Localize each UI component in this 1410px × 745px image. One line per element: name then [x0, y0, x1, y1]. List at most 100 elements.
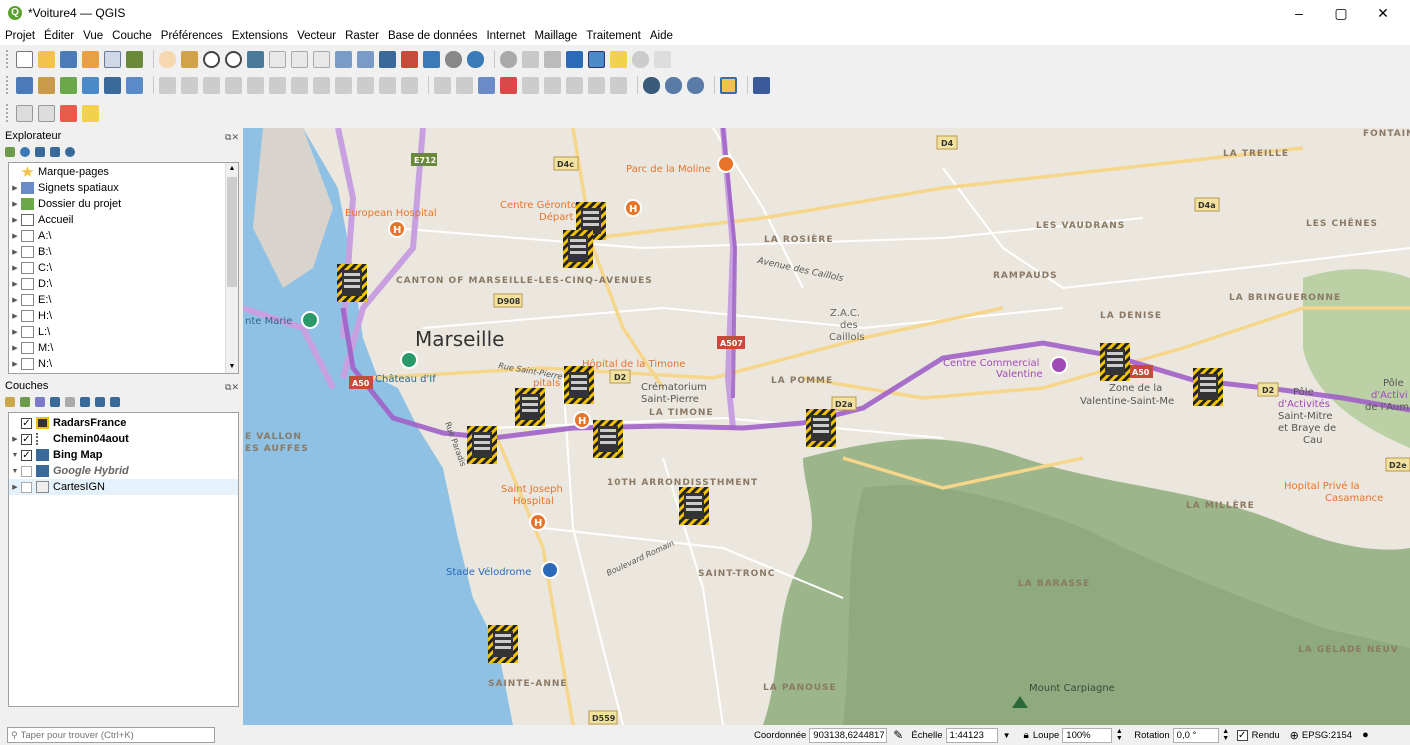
expand-all-icon[interactable] [80, 397, 90, 407]
rotation-field[interactable]: 0,0 ° [1172, 727, 1219, 743]
zoom-layer-icon[interactable] [291, 50, 308, 68]
menu-maillage[interactable]: Maillage [534, 30, 577, 42]
layer-item[interactable]: ▶ ✓ Chemin04aout [9, 431, 238, 447]
label-abc-red-icon[interactable] [500, 76, 517, 94]
select-by-value-icon[interactable] [38, 104, 55, 122]
crs-globe-icon[interactable]: ⊕ [1290, 729, 1299, 742]
map-svg[interactable]: E712 D4c D4 D4a D908 A507 A50 A50 D2 D2 … [243, 128, 1410, 725]
redo-icon[interactable] [401, 76, 418, 94]
menu-vue[interactable]: Vue [83, 30, 103, 42]
explorer-item[interactable]: ▶ B:\ [9, 244, 238, 260]
radar-icon[interactable] [593, 420, 623, 458]
explorer-item[interactable]: ▶ Accueil [9, 212, 238, 228]
deselect-icon[interactable] [60, 104, 77, 122]
menu-internet[interactable]: Internet [486, 30, 525, 42]
render-checkbox[interactable]: ✓ [1236, 729, 1248, 741]
label-change-icon[interactable] [566, 76, 583, 94]
refresh-icon[interactable] [20, 147, 30, 157]
zoom-full-icon[interactable] [247, 50, 264, 68]
bookmarks-icon[interactable] [423, 50, 440, 68]
layer-styling-icon[interactable] [5, 397, 15, 407]
menu-preferences[interactable]: Préférences [161, 30, 223, 42]
coordinate-field[interactable]: 903138,6244817 [809, 727, 888, 743]
expand-arrow-icon[interactable]: ▶ [9, 328, 21, 336]
select-all-icon[interactable] [82, 104, 99, 122]
explorer-item[interactable]: ▶ H:\ [9, 308, 238, 324]
layer-item[interactable]: ▶ CartesIGN [9, 479, 238, 495]
layer-item[interactable]: ▼ Google Hybrid [9, 463, 238, 479]
close-button[interactable]: ✕ [1360, 0, 1406, 26]
new-map-view-icon[interactable] [379, 50, 396, 68]
statistics-icon[interactable] [566, 50, 583, 68]
locator-search[interactable]: ⚲ [7, 727, 215, 743]
paste-icon[interactable] [357, 76, 374, 94]
explorer-item[interactable]: ▶O:\ [9, 372, 238, 373]
explorer-item[interactable]: ▶ Dossier du projet [9, 196, 238, 212]
style-manager-icon[interactable] [126, 50, 143, 68]
pan-icon[interactable] [159, 50, 176, 68]
radar-icon[interactable] [515, 388, 545, 426]
layer-visibility-checkbox[interactable] [21, 481, 32, 493]
hospital-icon[interactable]: H [529, 513, 547, 531]
expand-arrow-icon[interactable]: ▶ [9, 360, 21, 368]
zoom-next-icon[interactable] [357, 50, 374, 68]
bookmark-new-icon[interactable] [401, 50, 418, 68]
menu-extensions[interactable]: Extensions [232, 30, 288, 42]
stadium-icon[interactable] [541, 561, 559, 579]
label-show-icon[interactable] [610, 76, 627, 94]
plugin-globe2-icon[interactable] [687, 76, 704, 94]
scale-dropdown-icon[interactable]: ▼ [998, 731, 1016, 740]
save-edits-icon[interactable] [203, 76, 220, 94]
collapse-all-layers-icon[interactable] [95, 397, 105, 407]
add-layers-icon[interactable] [5, 147, 15, 157]
panel-float-close-icon[interactable]: ⧉✕ [225, 379, 239, 395]
toggle-editing-icon[interactable] [181, 76, 198, 94]
text-annotation-icon[interactable] [632, 50, 649, 68]
expand-arrow-icon[interactable]: ▼ [9, 452, 21, 459]
data-source-manager-icon[interactable] [16, 76, 33, 94]
map-tips-icon[interactable] [610, 50, 627, 68]
scroll-thumb[interactable] [227, 177, 237, 287]
shopping-icon[interactable] [1050, 356, 1068, 374]
radar-icon[interactable] [1193, 368, 1223, 406]
explorer-item[interactable]: ▶ L:\ [9, 324, 238, 340]
expand-arrow-icon[interactable]: ▶ [9, 264, 21, 272]
label-rotate-icon[interactable] [544, 76, 561, 94]
scroll-up-icon[interactable]: ▲ [226, 163, 238, 175]
maximize-button[interactable]: ▢ [1318, 0, 1364, 26]
expand-arrow-icon[interactable]: ▶ [9, 216, 21, 224]
save-as-icon[interactable] [82, 50, 99, 68]
layer-visibility-checkbox[interactable]: ✓ [21, 449, 32, 461]
help-icon[interactable] [753, 76, 770, 94]
zoom-native-icon[interactable] [313, 50, 330, 68]
layout-manager-icon[interactable] [104, 50, 121, 68]
add-raster-layer-icon[interactable] [60, 76, 77, 94]
lock-icon[interactable]: 🔒︎ [1024, 730, 1029, 741]
measure-icon[interactable] [588, 50, 605, 68]
layer-item[interactable]: ✓ RadarsFrance [9, 415, 238, 431]
zoom-out-icon[interactable] [225, 50, 242, 68]
explorer-item[interactable]: ▶ C:\ [9, 260, 238, 276]
new-project-icon[interactable] [16, 50, 33, 68]
temporal-icon[interactable] [445, 50, 462, 68]
scroll-down-icon[interactable]: ▼ [226, 361, 238, 373]
pan-to-selection-icon[interactable] [181, 50, 198, 68]
expand-arrow-icon[interactable]: ▶ [9, 200, 21, 208]
label-pin-icon[interactable] [456, 76, 473, 94]
explorer-item[interactable]: ▶ Signets spatiaux [9, 180, 238, 196]
expand-arrow-icon[interactable]: ▶ [9, 184, 21, 192]
hospital-icon[interactable]: H [624, 199, 642, 217]
label-toolbar-icon[interactable] [434, 76, 451, 94]
copy-icon[interactable] [335, 76, 352, 94]
ferry-icon[interactable] [400, 351, 418, 369]
filter-expression-icon[interactable] [65, 397, 75, 407]
scale-field[interactable]: 1:44123 [945, 727, 998, 743]
annotation-dropdown-icon[interactable] [654, 50, 671, 68]
zoom-last-icon[interactable] [335, 50, 352, 68]
radar-icon[interactable] [564, 366, 594, 404]
hospital-icon[interactable]: H [573, 411, 591, 429]
layer-visibility-checkbox[interactable] [21, 465, 32, 477]
cut-icon[interactable] [313, 76, 330, 94]
python-console-icon[interactable] [720, 76, 737, 94]
menu-traitement[interactable]: Traitement [586, 30, 641, 42]
